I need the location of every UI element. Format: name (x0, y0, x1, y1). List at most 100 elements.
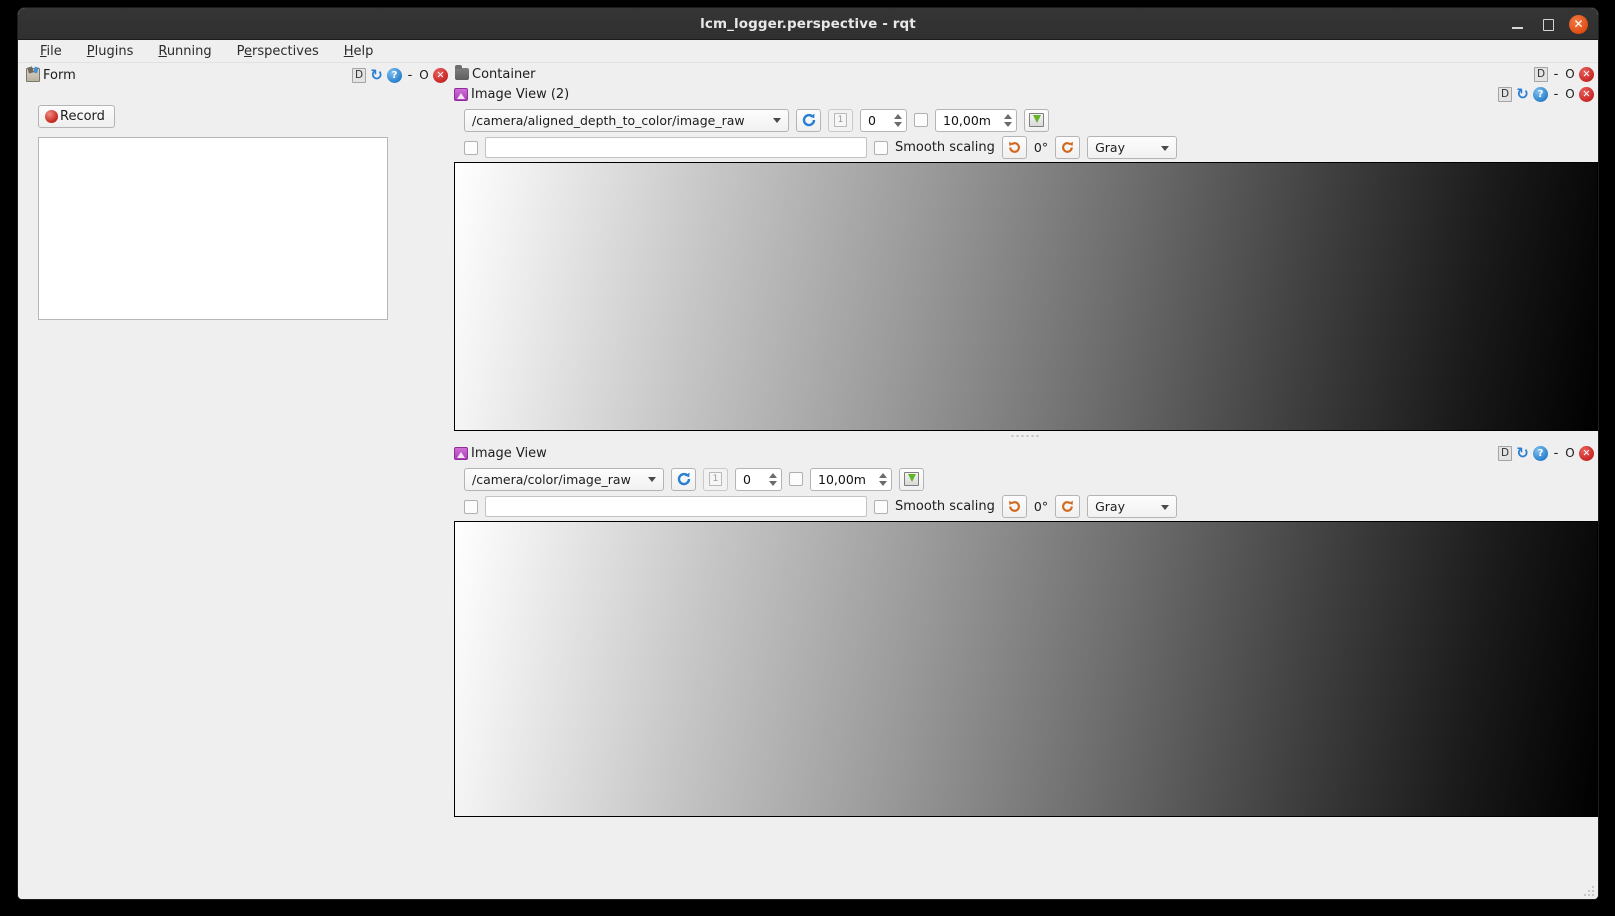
image-view-1-smooth-scaling-label: Smooth scaling (895, 499, 995, 514)
menu-help[interactable]: Help (334, 42, 384, 61)
image-view-1-minimize-button[interactable]: - (1551, 446, 1561, 461)
container-float-button[interactable]: D (1534, 66, 1548, 82)
form-dock-title: Form (43, 67, 76, 83)
image-view-2-maximize-button[interactable]: O (1564, 87, 1576, 102)
image-view-2-max-range-spinbox[interactable]: 10,00m (935, 108, 1017, 132)
menu-file[interactable]: File (30, 42, 72, 61)
spinbox-arrows[interactable] (766, 470, 779, 489)
save-icon (1029, 113, 1044, 127)
menu-perspectives-pre: P (236, 43, 245, 59)
image-view-2-help-icon[interactable]: ? (1533, 86, 1548, 102)
image-view-2-minimize-button[interactable]: - (1551, 87, 1561, 102)
image-view-1-rotate-cw-button[interactable] (1055, 495, 1081, 518)
image-view-1-dock-controls: D ↻ ? - O ✕ (1498, 444, 1598, 462)
image-view-2-max-range-checkbox[interactable] (914, 113, 928, 127)
form-reload-icon[interactable]: ↻ (369, 66, 384, 84)
menu-running[interactable]: Running (148, 42, 221, 61)
image-view-2-rotate-cw-button[interactable] (1055, 136, 1081, 159)
image-view-1-reload-icon[interactable]: ↻ (1515, 444, 1530, 462)
image-view-1-help-icon[interactable]: ? (1533, 445, 1548, 461)
image-view-1-topic-value: /camera/color/image_raw (472, 471, 631, 487)
image-view-2-save-button[interactable] (1024, 108, 1049, 132)
spinbox-up-icon[interactable] (768, 472, 777, 478)
image-view-1-index-button[interactable]: 1 (703, 467, 728, 491)
image-view-2-publish-checkbox[interactable] (464, 140, 478, 155)
container-close-button[interactable]: ✕ (1579, 66, 1594, 82)
menu-running-rest: unning (166, 43, 212, 59)
spinbox-arrows[interactable] (876, 470, 889, 489)
image-view-2-zoom-spinbox[interactable]: 0 (860, 108, 907, 132)
log-list[interactable] (38, 137, 388, 320)
image-view-1-rotation-label: 0° (1033, 499, 1049, 514)
window-maximize-button[interactable] (1539, 16, 1556, 33)
image-view-1-float-button[interactable]: D (1498, 445, 1512, 461)
image-view-splitter[interactable] (452, 431, 1598, 443)
form-help-icon[interactable]: ? (387, 67, 402, 83)
image-view-1-smooth-scaling-checkbox[interactable] (874, 499, 888, 514)
image-view-2-title-bar: Image View (2) D ↻ ? - O ✕ (454, 84, 1598, 104)
image-view-1-colormap-combo[interactable]: Gray (1087, 495, 1178, 518)
image-view-2-refresh-button[interactable]: refresh-icon (796, 108, 821, 132)
image-view-1-max-range-value: 10,00m (818, 471, 866, 487)
image-view-2-dock-controls: D ↻ ? - O ✕ (1498, 85, 1598, 103)
spinbox-down-icon[interactable] (1003, 121, 1012, 127)
spinbox-up-icon[interactable] (878, 472, 887, 478)
image-view-1-zoom-spinbox[interactable]: 0 (735, 467, 782, 491)
form-float-button[interactable]: D (352, 67, 366, 83)
image-view-1-max-range-spinbox[interactable]: 10,00m (810, 467, 892, 491)
image-view-2-close-button[interactable]: ✕ (1579, 86, 1594, 102)
spinbox-arrows[interactable] (1001, 111, 1014, 130)
resize-grip[interactable] (1580, 882, 1594, 896)
image-view-1-rotate-ccw-button[interactable] (1001, 495, 1027, 518)
spinbox-arrows[interactable] (891, 111, 904, 130)
window-minimize-button[interactable] (1509, 16, 1526, 33)
menu-plugins-mnemonic: P (86, 43, 95, 59)
image-view-2-toolbar-2: Smooth scaling 0° Gray (454, 133, 1598, 162)
image-view-2-rotation-label: 0° (1033, 140, 1049, 155)
app-window: lcm_logger.perspective - rqt ✕ File Plug… (18, 8, 1598, 899)
image-view-1-maximize-button[interactable]: O (1564, 446, 1576, 461)
chevron-down-icon (648, 477, 656, 482)
form-maximize-button[interactable]: O (418, 68, 430, 83)
image-view-1-publish-checkbox[interactable] (464, 499, 478, 514)
container-maximize-button[interactable]: O (1564, 67, 1576, 82)
image-view-2-topic-value: /camera/aligned_depth_to_color/image_raw (472, 112, 745, 128)
image-view-1-close-button[interactable]: ✕ (1579, 445, 1594, 461)
window-close-button[interactable]: ✕ (1569, 14, 1588, 34)
spinbox-up-icon[interactable] (1003, 113, 1012, 119)
image-view-2-colormap-combo[interactable]: Gray (1087, 136, 1178, 159)
record-button[interactable]: Record (38, 105, 115, 128)
spinbox-down-icon[interactable] (893, 121, 902, 127)
image-view-2-reload-icon[interactable]: ↻ (1515, 85, 1530, 103)
spinbox-down-icon[interactable] (768, 480, 777, 486)
spinbox-up-icon[interactable] (893, 113, 902, 119)
menu-perspectives[interactable]: Perspectives (227, 42, 329, 61)
image-view-1-refresh-button[interactable] (671, 467, 696, 491)
menu-plugins-rest: lugins (94, 43, 134, 59)
rotate-cw-icon (1062, 141, 1074, 153)
image-view-1-canvas[interactable] (454, 521, 1598, 817)
spinbox-down-icon[interactable] (878, 480, 887, 486)
image-view-1-save-button[interactable] (899, 467, 924, 491)
form-minimize-button[interactable]: - (405, 68, 415, 83)
image-view-2-topic-combo[interactable]: /camera/aligned_depth_to_color/image_raw (464, 108, 789, 132)
window-controls: ✕ (1509, 8, 1588, 40)
image-view-2-rotate-ccw-button[interactable] (1001, 136, 1027, 159)
record-dot-icon (45, 110, 58, 123)
save-icon (904, 472, 919, 486)
image-view-1-publish-topic-input[interactable] (485, 496, 867, 517)
image-view-2-float-button[interactable]: D (1498, 86, 1512, 102)
container-dock-controls: D - O ✕ (1534, 66, 1598, 82)
menu-plugins[interactable]: Plugins (77, 42, 144, 61)
window-title: lcm_logger.perspective - rqt (700, 16, 916, 32)
image-view-2-index-button[interactable]: 1 (828, 108, 853, 132)
rotate-cw-icon (1062, 500, 1074, 512)
image-view-1-max-range-checkbox[interactable] (789, 472, 803, 486)
image-icon (454, 446, 468, 460)
image-view-2-smooth-scaling-checkbox[interactable] (874, 140, 888, 155)
container-minimize-button[interactable]: - (1551, 67, 1561, 82)
image-view-2-publish-topic-input[interactable] (485, 137, 867, 158)
image-view-1-topic-combo[interactable]: /camera/color/image_raw (464, 467, 664, 491)
image-view-2-canvas[interactable] (454, 162, 1598, 431)
form-close-button[interactable]: ✕ (433, 67, 448, 83)
